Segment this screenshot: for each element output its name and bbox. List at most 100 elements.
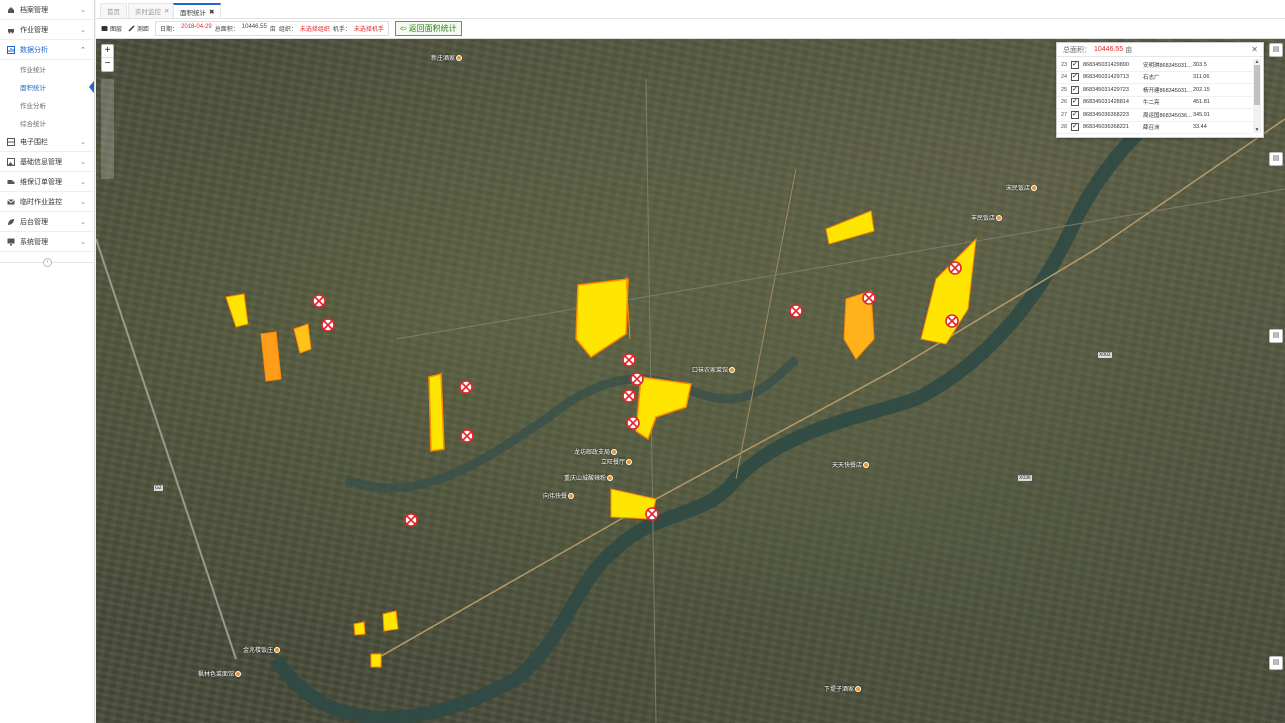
panel-scrollbar[interactable]: ▲ ▼ xyxy=(1253,59,1261,133)
field-patch[interactable] xyxy=(920,237,977,345)
list-item[interactable]: 25 868345031429723 杨开建868345031429723 20… xyxy=(1057,84,1253,97)
machine-marker-icon[interactable] xyxy=(630,372,644,386)
machine-marker-icon[interactable] xyxy=(645,507,659,521)
tab-realtime-monitor[interactable]: 实时监控 ✕ xyxy=(128,3,177,18)
field-patch[interactable] xyxy=(225,293,249,328)
sidebar-sub-area-stats[interactable]: 面积统计 xyxy=(0,78,94,96)
tab-home[interactable]: 首页 xyxy=(100,3,127,18)
poi-label[interactable]: 龙坊邮政支局 xyxy=(574,447,618,456)
layer-button[interactable]: 图层 xyxy=(101,24,122,33)
sidebar-item-label: 基础信息管理 xyxy=(20,158,62,166)
field-patch[interactable] xyxy=(635,376,692,441)
field-patch[interactable] xyxy=(382,610,399,632)
field-patch[interactable] xyxy=(825,210,875,245)
row-checkbox[interactable] xyxy=(1071,72,1079,82)
back-icon: ⇦ xyxy=(399,24,407,33)
field-patch[interactable] xyxy=(428,373,445,452)
filter-summary: 日期： 2018-04-29 总面积： 10446.55 亩 组织： 未选择组织… xyxy=(155,21,389,36)
tab-bar: 首页 实时监控 ✕ 面积统计 ✖ xyxy=(96,0,1285,19)
chevron-down-icon: ⌄ xyxy=(80,179,86,186)
list-item[interactable]: 23 868345031429890 安明琪868345031429890 30… xyxy=(1057,59,1253,72)
road xyxy=(96,238,237,660)
sidebar-item-temp-monitor[interactable]: 临时作业监控 ⌄ xyxy=(0,192,94,212)
chat-icon[interactable]: ▤ xyxy=(1269,152,1283,166)
poi-label[interactable]: 丰民饭店 xyxy=(971,213,1003,222)
scroll-down-icon[interactable]: ▼ xyxy=(1253,127,1261,133)
chevron-down-icon: ⌄ xyxy=(80,159,86,166)
sidebar-item-maintenance[interactable]: 维保订单管理 ⌄ xyxy=(0,172,94,192)
field-patch[interactable] xyxy=(575,278,629,358)
machine-marker-icon[interactable] xyxy=(321,318,335,332)
sidebar-item-label: 后台管理 xyxy=(20,218,48,226)
row-checkbox[interactable] xyxy=(1071,97,1079,107)
sidebar-item-data-analysis[interactable]: 数据分析 ⌃ xyxy=(0,40,94,60)
field-patch[interactable] xyxy=(353,621,366,636)
machine-marker-icon[interactable] xyxy=(862,291,876,305)
sidebar-item-system[interactable]: 系统管理 ⌄ xyxy=(0,232,94,252)
poi-label[interactable]: 立旺餐厅 xyxy=(601,457,633,466)
zoom-slider[interactable] xyxy=(101,79,114,179)
row-checkbox[interactable] xyxy=(1071,122,1079,132)
machine-marker-icon[interactable] xyxy=(459,380,473,394)
leaf-icon xyxy=(7,218,15,226)
field-patch[interactable] xyxy=(293,323,312,354)
poi-label[interactable]: 新庄酒家 xyxy=(431,53,463,62)
zoom-in-button[interactable]: + xyxy=(102,45,113,58)
chat-icon[interactable]: ▤ xyxy=(1269,656,1283,670)
sidebar-item-label: 维保订单管理 xyxy=(20,178,62,186)
row-checkbox[interactable] xyxy=(1071,110,1079,119)
list-item[interactable]: 28 868345036368221 薛召洲 33.44 xyxy=(1057,122,1253,134)
chevron-down-icon: ⌄ xyxy=(80,7,86,14)
measure-button[interactable]: 测距 xyxy=(128,24,149,33)
machine-marker-icon[interactable] xyxy=(622,353,636,367)
sidebar-sub-overall-stats[interactable]: 综合统计 xyxy=(0,114,94,132)
back-to-area-stats-button[interactable]: ⇦ 返回面积统计 xyxy=(394,21,462,36)
sidebar-sub-work-stats[interactable]: 作业统计 xyxy=(0,60,94,78)
operator-list: 23 868345031429890 安明琪868345031429890 30… xyxy=(1057,59,1253,134)
scroll-thumb[interactable] xyxy=(1254,65,1260,105)
list-item[interactable]: 26 868345031428814 牛二亮 451.81 xyxy=(1057,97,1253,109)
poi-label[interactable]: 天天快餐店 xyxy=(832,460,870,469)
poi-icon xyxy=(235,671,242,678)
chat-icon[interactable]: ▤ xyxy=(1269,329,1283,343)
field-patch[interactable] xyxy=(260,331,282,382)
sidebar-item-archive[interactable]: 档案管理 ⌄ xyxy=(0,0,94,20)
chat-icon[interactable]: ▤ xyxy=(1269,43,1283,57)
sidebar-item-work[interactable]: 作业管理 ⌄ xyxy=(0,20,94,40)
machine-marker-icon[interactable] xyxy=(404,513,418,527)
row-checkbox[interactable] xyxy=(1071,60,1079,69)
poi-label[interactable]: 重庆山城酸辣粉 xyxy=(564,473,614,482)
machine-marker-icon[interactable] xyxy=(945,314,959,328)
machine-marker-icon[interactable] xyxy=(312,294,326,308)
chart-icon xyxy=(7,45,15,54)
poi-label[interactable]: 宋民饭店 xyxy=(1006,183,1038,192)
machine-marker-icon[interactable] xyxy=(460,429,474,443)
machine-marker-icon[interactable] xyxy=(622,389,636,403)
poi-icon xyxy=(456,55,463,62)
collapse-sidebar-icon[interactable]: ‹ xyxy=(43,258,52,267)
list-item[interactable]: 27 868345036368223 周运国868345036368223 34… xyxy=(1057,109,1253,122)
sidebar-item-backend[interactable]: 后台管理 ⌄ xyxy=(0,212,94,232)
poi-label[interactable]: 枫林色菜面馆 xyxy=(198,669,242,678)
row-checkbox[interactable] xyxy=(1071,85,1079,94)
close-icon[interactable]: ✕ xyxy=(164,7,169,15)
map-canvas[interactable]: + − 口袜农家菜馆 宋民饭店 丰民饭店 立旺餐厅 重庆山城酸辣粉 向伟快餐 天… xyxy=(96,39,1285,723)
sidebar-sub-work-analysis[interactable]: 作业分析 xyxy=(0,96,94,114)
machine-marker-icon[interactable] xyxy=(789,304,803,318)
poi-label[interactable]: 金兆楼饭庄 xyxy=(243,645,281,654)
poi-label[interactable]: 口袜农家菜馆 xyxy=(692,365,736,374)
poi-label[interactable]: 下堤子酒家 xyxy=(824,684,862,693)
close-icon[interactable]: ✖ xyxy=(209,8,214,16)
image-icon xyxy=(7,157,15,166)
poi-label[interactable]: 向伟快餐 xyxy=(543,491,575,500)
close-icon[interactable]: ✕ xyxy=(1251,45,1258,54)
zoom-out-button[interactable]: − xyxy=(102,58,113,71)
tab-area-stats[interactable]: 面积统计 ✖ xyxy=(173,3,222,18)
sidebar-item-fence[interactable]: 电子围栏 ⌄ xyxy=(0,132,94,152)
sidebar-item-basic-info[interactable]: 基础信息管理 ⌄ xyxy=(0,152,94,172)
road xyxy=(735,168,797,480)
machine-marker-icon[interactable] xyxy=(948,261,962,275)
machine-marker-icon[interactable] xyxy=(626,416,640,430)
field-patch[interactable] xyxy=(370,653,382,668)
list-item[interactable]: 24 868345031429713 石志广 311.06 xyxy=(1057,72,1253,84)
